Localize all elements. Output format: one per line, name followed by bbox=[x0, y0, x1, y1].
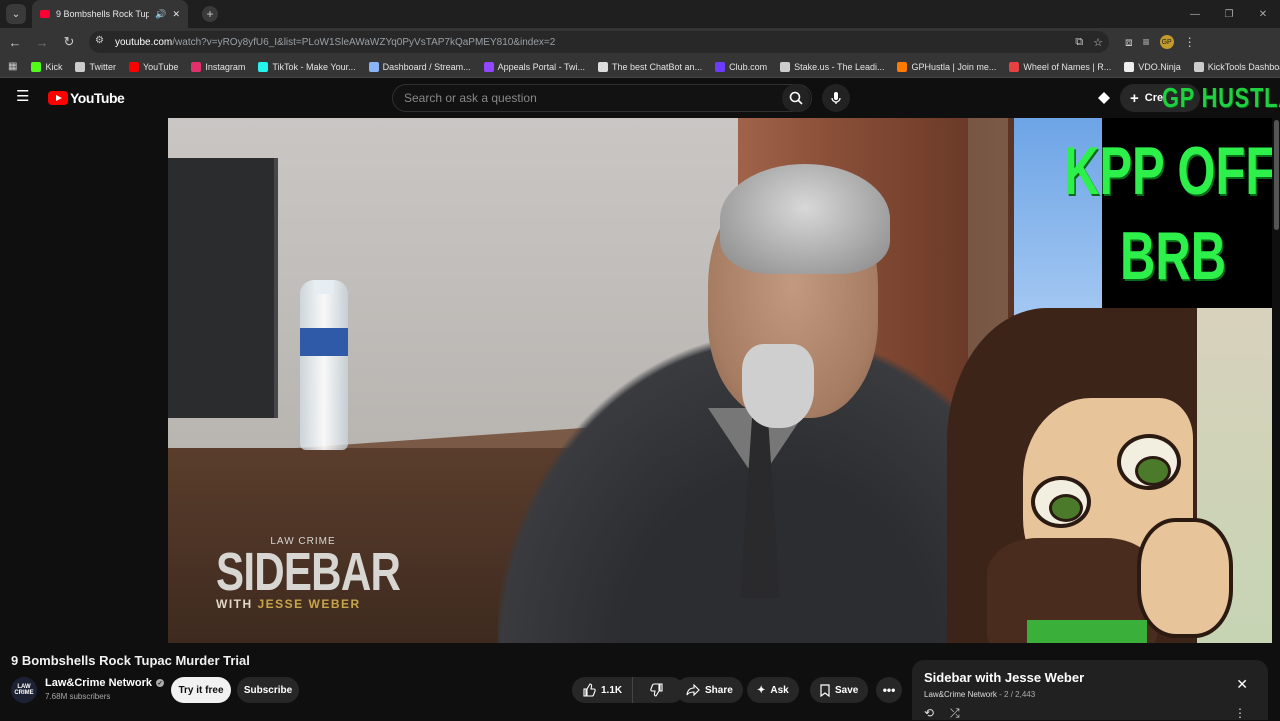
bookmark-item[interactable]: YouTube bbox=[128, 61, 178, 72]
video-player[interactable]: LAW CRIME SIDEBAR WITH JESSE WEBER KPP O… bbox=[168, 118, 1280, 643]
dislike-button[interactable] bbox=[638, 683, 676, 697]
browser-tab-bar: ⌄ 9 Bombshells Rock Tupac M 🔊 ✕ + — ❐ ✕ bbox=[0, 0, 1280, 28]
like-dislike-group: 1.1K bbox=[572, 677, 684, 703]
browser-tab[interactable]: 9 Bombshells Rock Tupac M 🔊 ✕ bbox=[32, 0, 188, 28]
video-title: 9 Bombshells Rock Tupac Murder Trial bbox=[11, 653, 250, 668]
page-scrollbar[interactable] bbox=[1272, 118, 1280, 720]
voice-search-button[interactable] bbox=[822, 84, 850, 112]
bookmark-item[interactable]: Instagram bbox=[191, 61, 245, 72]
tab-search-button[interactable]: ⌄ bbox=[6, 4, 26, 24]
audio-playing-icon[interactable]: 🔊 bbox=[155, 9, 166, 20]
browser-toolbar: ← → ↻ ⚙ youtube.com/watch?v=yROy8yfU6_I&… bbox=[0, 28, 1280, 56]
minimize-button[interactable]: — bbox=[1178, 0, 1212, 28]
bookmark-item[interactable]: Club.com bbox=[715, 61, 767, 72]
overlay-text-line2: BRB bbox=[1120, 218, 1227, 294]
bookmark-item[interactable]: GPHustla | Join me... bbox=[897, 61, 996, 72]
url-text: youtube.com/watch?v=yROy8yfU6_I&list=PLo… bbox=[115, 36, 556, 48]
playlist-title[interactable]: Sidebar with Jesse Weber bbox=[924, 670, 1084, 685]
youtube-logo[interactable]: YouTube bbox=[48, 90, 125, 106]
more-actions-button[interactable]: ••• bbox=[876, 677, 902, 703]
back-button[interactable]: ← bbox=[3, 30, 27, 54]
bookmark-item[interactable]: Stake.us - The Leadi... bbox=[780, 61, 884, 72]
share-arrow-icon bbox=[686, 684, 700, 696]
close-icon[interactable]: ✕ bbox=[1236, 676, 1248, 693]
address-bar[interactable]: ⚙ youtube.com/watch?v=yROy8yfU6_I&list=P… bbox=[89, 31, 1109, 53]
playlist-subtitle: Law&Crime Network - 2 / 2,443 bbox=[924, 690, 1036, 699]
bookmark-star-icon[interactable]: ☆ bbox=[1093, 36, 1103, 49]
browser-menu-icon[interactable]: ⋮ bbox=[1184, 35, 1196, 49]
site-info-icon[interactable]: ⚙ bbox=[95, 35, 109, 49]
install-app-icon[interactable]: ⧉ bbox=[1075, 36, 1083, 49]
search-button[interactable] bbox=[782, 84, 810, 112]
maximize-button[interactable]: ❐ bbox=[1212, 0, 1246, 28]
youtube-header: ☰ YouTube + Cre bbox=[0, 78, 1280, 118]
ask-button[interactable]: ✦ Ask bbox=[747, 677, 799, 703]
more-horizontal-icon: ••• bbox=[882, 683, 896, 697]
playlist-panel: Sidebar with Jesse Weber Law&Crime Netwo… bbox=[912, 660, 1268, 720]
bookmarks-bar: ▦ Kick Twitter YouTube Instagram TikTok … bbox=[0, 56, 1280, 78]
sparkle-icon: ✦ bbox=[757, 684, 766, 696]
shuffle-icon[interactable]: ⤮ bbox=[950, 706, 960, 721]
subscriber-count: 7.68M subscribers bbox=[45, 692, 111, 701]
bookmark-item[interactable]: Wheel of Names | R... bbox=[1009, 61, 1111, 72]
new-tab-button[interactable]: + bbox=[202, 6, 218, 22]
bookmark-item[interactable]: VDO.Ninja bbox=[1124, 61, 1181, 72]
subscribe-button[interactable]: Subscribe bbox=[237, 677, 299, 703]
tab-close-icon[interactable]: ✕ bbox=[172, 9, 180, 20]
bookmark-item[interactable]: TikTok - Make Your... bbox=[258, 61, 356, 72]
save-button[interactable]: Save bbox=[810, 677, 869, 703]
sparkle-icon[interactable] bbox=[1096, 90, 1112, 106]
bookmark-item[interactable]: Dashboard / Stream... bbox=[368, 61, 471, 72]
window-controls: — ❐ ✕ bbox=[1178, 0, 1280, 28]
streamer-avatar-illustration bbox=[947, 308, 1280, 643]
extensions-icon[interactable]: ⧈ bbox=[1125, 35, 1133, 50]
tab-title: 9 Bombshells Rock Tupac M bbox=[56, 9, 150, 19]
search-box bbox=[392, 84, 812, 112]
reload-button[interactable]: ↻ bbox=[57, 30, 81, 54]
share-button[interactable]: Share bbox=[676, 677, 743, 703]
verified-check-icon: ✓ bbox=[155, 679, 164, 687]
search-icon bbox=[789, 91, 803, 105]
forward-button[interactable]: → bbox=[30, 30, 54, 54]
monitor-image bbox=[168, 158, 278, 418]
plus-icon: + bbox=[1130, 89, 1139, 107]
bookmark-item[interactable]: The best ChatBot an... bbox=[598, 61, 702, 72]
search-input[interactable] bbox=[393, 85, 782, 111]
bookmark-icon bbox=[820, 683, 830, 697]
loop-icon[interactable]: ⟲ bbox=[924, 706, 934, 720]
apps-grid-icon[interactable]: ▦ bbox=[8, 61, 17, 73]
overlay-brand-text: GP HUSTLA bbox=[1162, 82, 1280, 113]
bookmark-item[interactable]: Appeals Portal - Twi... bbox=[483, 61, 585, 72]
bookmark-item[interactable]: Twitter bbox=[75, 61, 116, 72]
channel-avatar[interactable]: LAW CRIME bbox=[11, 677, 37, 703]
thumbs-up-icon bbox=[583, 683, 596, 697]
water-bottle-image bbox=[300, 280, 348, 450]
like-button[interactable]: 1.1K bbox=[572, 677, 634, 703]
overlay-text-line1: KPP OFF bbox=[1064, 133, 1276, 209]
playlist-owner[interactable]: Law&Crime Network bbox=[924, 690, 997, 699]
playlist-menu-icon[interactable]: ⋮ bbox=[1234, 706, 1246, 720]
profile-avatar[interactable]: GP bbox=[1159, 35, 1174, 49]
show-logo: LAW CRIME SIDEBAR WITH JESSE WEBER bbox=[216, 536, 401, 611]
bookmark-item[interactable]: KickTools Dashboard bbox=[1193, 61, 1280, 72]
close-window-button[interactable]: ✕ bbox=[1246, 0, 1280, 28]
bookmark-item[interactable]: Kick bbox=[31, 61, 62, 72]
try-it-free-button[interactable]: Try it free bbox=[171, 677, 231, 703]
thumbs-down-icon bbox=[650, 683, 663, 697]
microphone-icon bbox=[831, 92, 841, 104]
hamburger-menu-icon[interactable]: ☰ bbox=[16, 89, 32, 104]
media-control-icon[interactable]: ≡ bbox=[1143, 35, 1150, 49]
youtube-favicon-icon bbox=[40, 10, 50, 18]
youtube-play-icon bbox=[48, 91, 68, 105]
channel-name[interactable]: Law&Crime Network ✓ bbox=[45, 677, 164, 689]
